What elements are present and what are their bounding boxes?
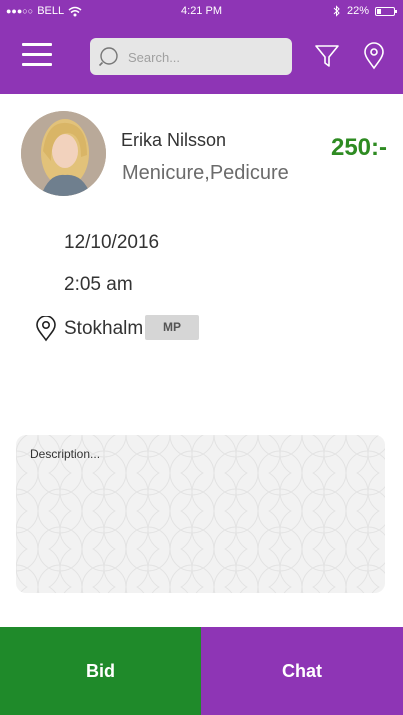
menu-icon-bar <box>22 63 52 66</box>
bid-button[interactable]: Bid <box>0 627 201 715</box>
location-pin-icon[interactable] <box>362 42 386 70</box>
appointment-date: 12/10/2016 <box>64 232 160 253</box>
menu-icon-bar <box>22 53 52 56</box>
provider-name: Erika Nilsson <box>121 130 227 150</box>
menu-button[interactable] <box>22 43 52 69</box>
filter-icon[interactable] <box>313 42 341 70</box>
description-input[interactable] <box>28 445 372 584</box>
bluetooth-icon <box>333 5 340 17</box>
status-bar: ●●●○○ BELL 4:21 PM 22% <box>0 0 403 22</box>
battery-icon <box>375 6 397 16</box>
menu-icon-bar <box>22 43 52 46</box>
navbar <box>0 22 403 94</box>
description-box[interactable] <box>16 435 385 593</box>
appointment-time: 2:05 am <box>64 274 133 295</box>
service-type: Menicure,Pedicure <box>122 162 289 184</box>
avatar[interactable] <box>21 111 106 196</box>
status-right: 22% <box>333 5 397 17</box>
location-badge: MP <box>145 315 199 340</box>
search-box[interactable] <box>90 38 292 75</box>
price: 250:- <box>330 134 387 161</box>
chat-button[interactable]: Chat <box>201 627 403 715</box>
search-input[interactable] <box>126 45 280 69</box>
battery-percent: 22% <box>346 5 369 17</box>
location-name: Stokhalm <box>64 318 144 339</box>
location-pin-icon <box>36 316 56 342</box>
search-icon <box>98 47 118 67</box>
